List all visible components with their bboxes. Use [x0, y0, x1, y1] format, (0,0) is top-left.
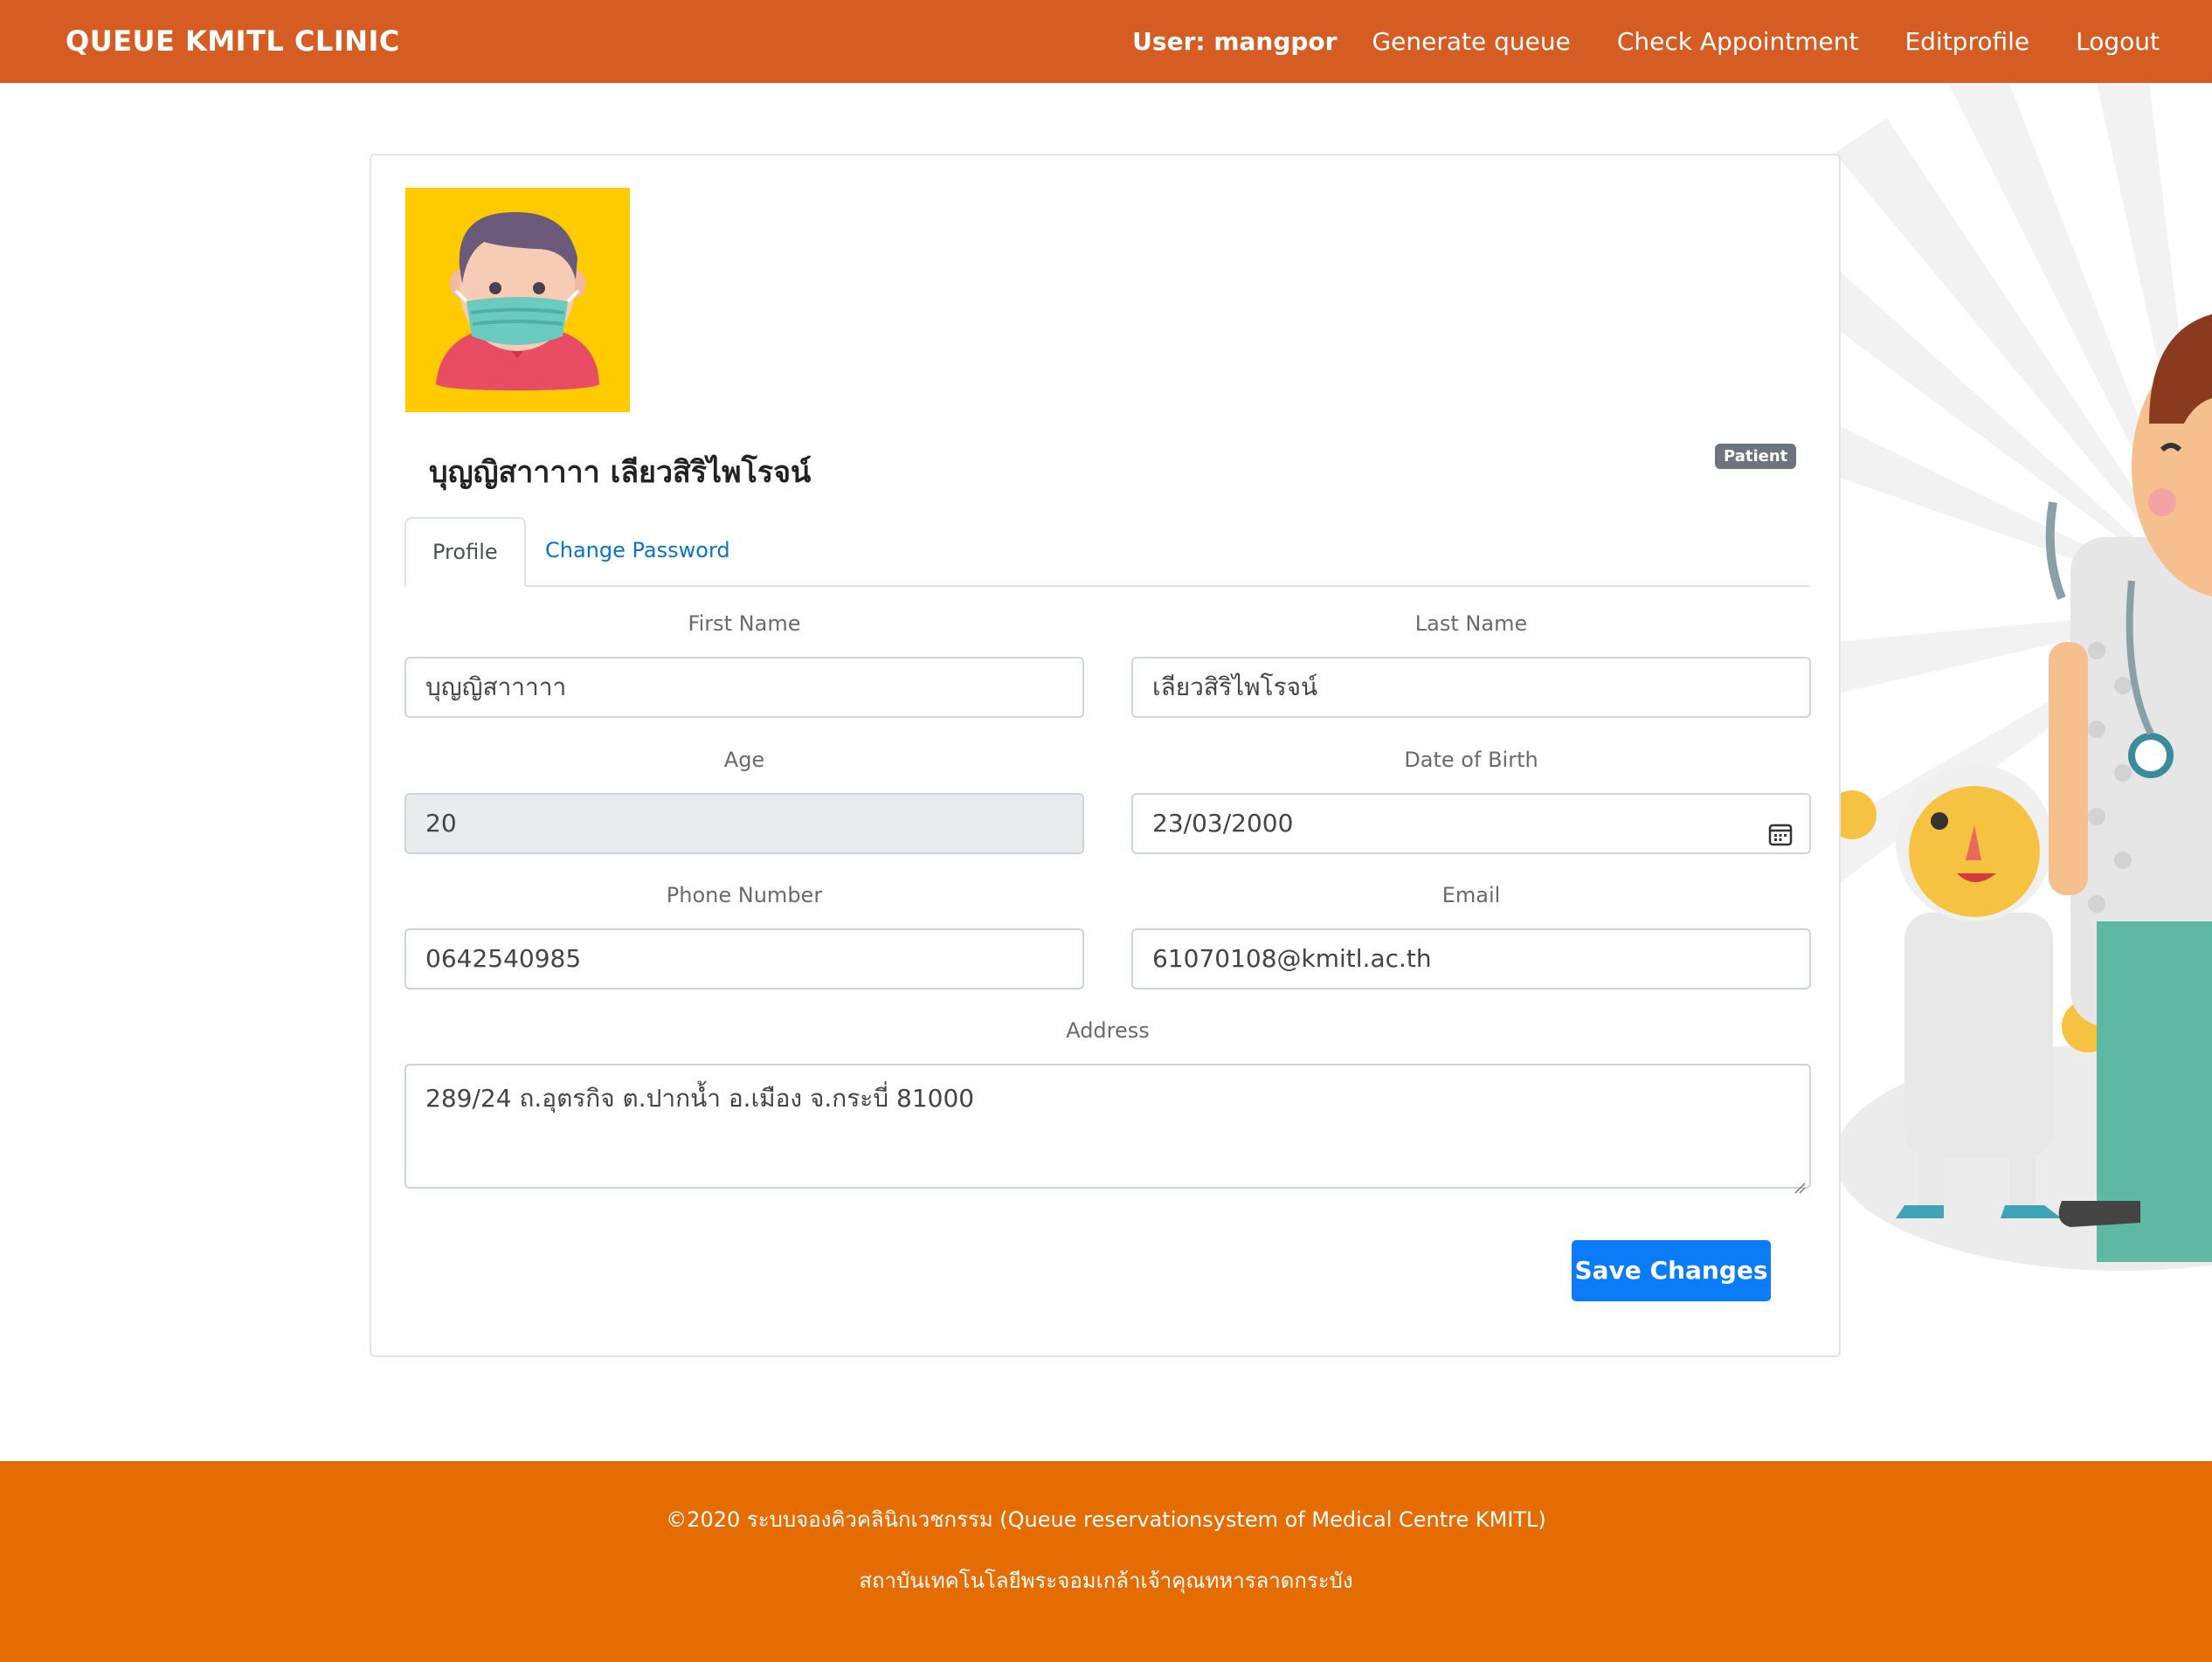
nav-menu: User: mangpor Generate queue Check Appoi… — [1132, 0, 2212, 83]
profile-full-name: บุญญิสาาาาา เลียวสิริไพโรจน์ — [429, 455, 812, 490]
address-label: Address — [1066, 1018, 1150, 1043]
current-user-label: User: mangpor — [1132, 27, 1338, 56]
first-name-label: First Name — [688, 611, 801, 636]
save-changes-button[interactable]: Save Changes — [1572, 1240, 1771, 1301]
doctor-child-illustration — [1835, 83, 2212, 1271]
dob-input[interactable]: 23/03/2000 — [1131, 793, 1811, 854]
footer-copyright: ©2020 ระบบจองคิวคลินิกเวชกรรม (Queue res… — [666, 1507, 1546, 1532]
phone-input[interactable]: 0642540985 — [404, 928, 1084, 990]
age-label: Age — [723, 748, 765, 772]
email-label: Email — [1441, 883, 1501, 907]
user-avatar — [405, 188, 630, 412]
calendar-icon[interactable] — [1767, 810, 1794, 846]
phone-label: Phone Number — [666, 883, 823, 907]
role-badge: Patient — [1715, 444, 1797, 469]
tab-profile[interactable]: Profile — [404, 517, 526, 587]
resize-handle-icon[interactable] — [1794, 1171, 1806, 1194]
address-value: 289/24 ถ.อุตรกิจ ต.ปากน้ำ อ.เมือง จ.กระบ… — [425, 1084, 975, 1113]
address-textarea[interactable]: 289/24 ถ.อุตรกิจ ต.ปากน้ำ อ.เมือง จ.กระบ… — [404, 1064, 1811, 1194]
footer: ©2020 ระบบจองคิวคลินิกเวชกรรม (Queue res… — [0, 1461, 2212, 1662]
last-name-label: Last Name — [1414, 611, 1528, 636]
dob-value: 23/03/2000 — [1152, 809, 1294, 838]
nav-check-appointment[interactable]: Check Appointment — [1617, 27, 1859, 56]
profile-card: บุญญิสาาาาา เลียวสิริไพโรจน์ Patient Pro… — [370, 154, 1841, 1357]
dob-label: Date of Birth — [1404, 748, 1538, 772]
masked-man-avatar-icon — [436, 211, 599, 390]
profile-tabs: Profile Change Password — [404, 517, 1809, 587]
nav-generate-queue[interactable]: Generate queue — [1372, 27, 1570, 56]
tab-change-password[interactable]: Change Password — [519, 517, 757, 583]
top-navbar: QUEUE KMITL CLINIC User: mangpor Generat… — [0, 0, 2212, 83]
brand-logo-text[interactable]: QUEUE KMITL CLINIC — [66, 0, 400, 83]
age-input: 20 — [404, 793, 1084, 854]
email-input[interactable]: 61070108@kmitl.ac.th — [1131, 928, 1811, 990]
footer-institute: สถาบันเทคโนโลยีพระจอมเกล้าเจ้าคุณทหารลาด… — [859, 1569, 1353, 1593]
nav-editprofile[interactable]: Editprofile — [1904, 27, 2029, 56]
first-name-input[interactable]: บุญญิสาาาาา — [404, 657, 1084, 718]
last-name-input[interactable]: เลียวสิริไพโรจน์ — [1131, 657, 1811, 718]
nav-logout[interactable]: Logout — [2076, 27, 2160, 56]
